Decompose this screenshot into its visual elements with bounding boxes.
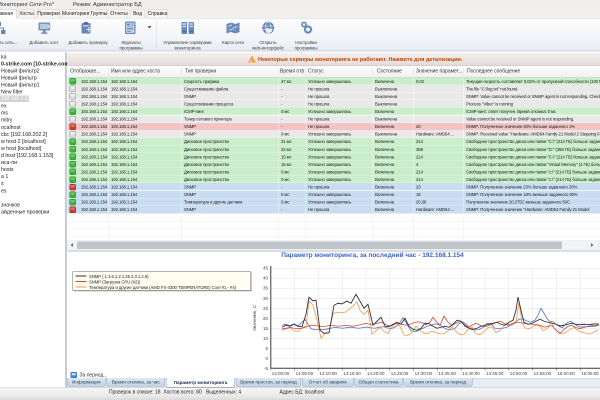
svg-text:14:40:00: 14:40:00	[462, 371, 480, 376]
svg-text:-5: -5	[264, 366, 268, 371]
svg-text:15:00:00: 15:00:00	[557, 371, 575, 376]
svg-text:15: 15	[263, 326, 269, 331]
svg-text:14:45:00: 14:45:00	[486, 371, 504, 376]
svg-text:14:10:00: 14:10:00	[319, 371, 337, 376]
svg-text:14:25:00: 14:25:00	[391, 371, 409, 376]
svg-text:14:05:00: 14:05:00	[296, 371, 314, 376]
svg-text:14:50:00: 14:50:00	[510, 371, 528, 376]
svg-text:14:30:00: 14:30:00	[415, 371, 433, 376]
svg-text:40: 40	[263, 276, 269, 281]
svg-text:45: 45	[263, 266, 269, 271]
svg-text:5: 5	[265, 346, 268, 351]
svg-text:14:15:00: 14:15:00	[343, 371, 361, 376]
svg-text:15:05:00: 15:05:00	[581, 371, 599, 376]
svg-text:14:35:00: 14:35:00	[438, 371, 456, 376]
svg-text:10: 10	[263, 336, 269, 341]
svg-text:14:00:00: 14:00:00	[272, 371, 290, 376]
svg-text:20: 20	[263, 316, 269, 321]
svg-text:0: 0	[265, 356, 268, 361]
svg-text:25: 25	[263, 306, 269, 311]
svg-text:Значение, С: Значение, С	[252, 304, 257, 330]
svg-text:35: 35	[263, 286, 269, 291]
svg-text:14:20:00: 14:20:00	[367, 371, 385, 376]
svg-text:30: 30	[263, 296, 269, 301]
svg-text:14:55:00: 14:55:00	[534, 371, 552, 376]
